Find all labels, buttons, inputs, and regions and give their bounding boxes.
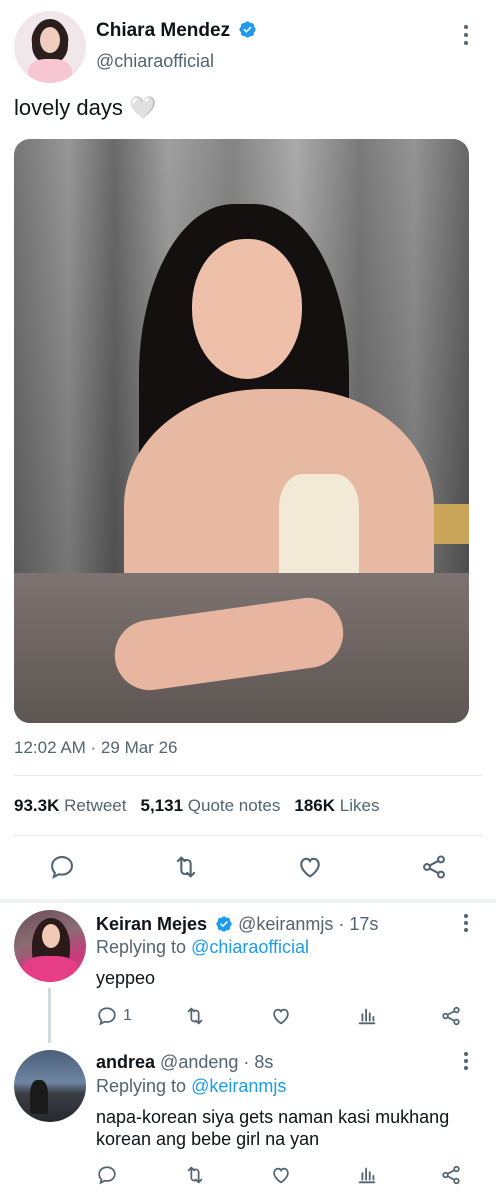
photo-dress xyxy=(279,474,359,584)
reply-author-name[interactable]: Keiran Mejes xyxy=(96,914,207,934)
heart-icon[interactable] xyxy=(270,1005,292,1027)
reply-text: napa-korean siya gets naman kasi mukhang… xyxy=(96,1107,450,1149)
avatar-figure xyxy=(30,1080,48,1114)
author-handle[interactable]: @chiaraofficial xyxy=(96,51,214,72)
tweet-timestamp[interactable]: 12:02 AM · 29 Mar 26 xyxy=(14,738,177,758)
avatar-face xyxy=(40,27,60,53)
replying-to-label: Replying to xyxy=(96,1076,192,1096)
retweet-stat[interactable]: 93.3K Retweet xyxy=(14,796,126,815)
replying-to-label: Replying to xyxy=(96,937,192,957)
reply-icon[interactable] xyxy=(96,1005,118,1027)
reply-icon[interactable] xyxy=(96,1164,118,1186)
share-icon[interactable] xyxy=(440,1005,462,1027)
analytics-icon[interactable] xyxy=(356,1164,378,1186)
verified-badge-icon xyxy=(238,20,257,39)
reply-time: · 8s xyxy=(243,1052,274,1072)
reply-author-name[interactable]: andrea xyxy=(96,1052,155,1072)
reply-handle[interactable]: @andeng xyxy=(160,1052,238,1072)
replying-to: Replying to @chiaraofficial xyxy=(96,937,309,958)
retweet-icon[interactable] xyxy=(184,1005,206,1027)
tweet-stats: 93.3K Retweet 5,131 Quote notes 186K Likes xyxy=(14,796,379,816)
reply-handle[interactable]: @keiranmjs xyxy=(238,914,333,934)
analytics-icon[interactable] xyxy=(356,1005,378,1027)
reply-text: yeppeo xyxy=(96,968,156,988)
section-divider xyxy=(0,899,496,903)
avatar-jacket xyxy=(22,956,78,982)
more-options-icon[interactable] xyxy=(456,1050,476,1072)
divider xyxy=(14,775,482,776)
tweet-photo[interactable] xyxy=(14,139,469,723)
share-icon[interactable] xyxy=(440,1164,462,1186)
replying-to: Replying to @keiranmjs xyxy=(96,1076,286,1097)
reply-header: Keiran Mejes @keiranmjs · 17s xyxy=(96,914,378,935)
thread-line xyxy=(48,988,51,1043)
author-display-name[interactable]: Chiara Mendez xyxy=(96,20,230,41)
avatar-face xyxy=(42,924,60,948)
avatar-dress xyxy=(28,59,72,83)
replying-to-link[interactable]: @chiaraofficial xyxy=(191,937,309,957)
divider xyxy=(14,835,482,836)
reply-icon[interactable] xyxy=(48,853,76,881)
more-options-icon[interactable] xyxy=(456,912,476,934)
replying-to-link[interactable]: @keiranmjs xyxy=(191,1076,286,1096)
heart-icon[interactable] xyxy=(296,853,324,881)
retweet-icon[interactable] xyxy=(172,853,200,881)
likes-stat[interactable]: 186K Likes xyxy=(294,796,379,815)
tweet-text: lovely days 🤍 xyxy=(14,95,157,120)
reply-avatar[interactable] xyxy=(14,1050,86,1122)
author-avatar[interactable] xyxy=(14,11,86,83)
author-name-row[interactable]: Chiara Mendez xyxy=(96,20,257,42)
quote-stat[interactable]: 5,131 Quote notes xyxy=(140,796,280,815)
share-icon[interactable] xyxy=(420,853,448,881)
reply-avatar[interactable] xyxy=(14,910,86,982)
verified-badge-icon xyxy=(215,915,233,933)
reply-count: 1 xyxy=(123,1007,132,1024)
more-options-icon[interactable] xyxy=(456,23,476,47)
reply-time: · 17s xyxy=(338,914,379,934)
photo-face xyxy=(192,239,302,379)
photo-lamp xyxy=(433,504,469,544)
heart-icon[interactable] xyxy=(270,1164,292,1186)
retweet-icon[interactable] xyxy=(184,1164,206,1186)
reply-header: andrea @andeng · 8s xyxy=(96,1052,273,1073)
